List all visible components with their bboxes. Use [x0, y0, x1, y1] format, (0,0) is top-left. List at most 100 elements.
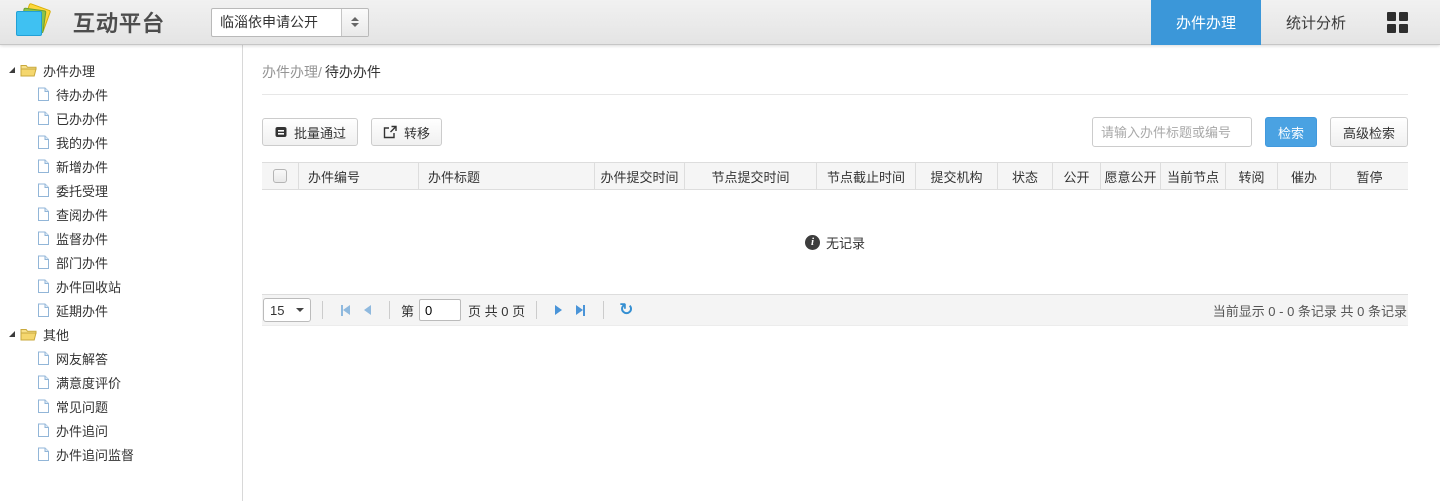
search-button[interactable]: 检索 — [1264, 117, 1317, 147]
sidebar-item-label: 我的办件 — [56, 135, 109, 151]
sidebar-item-netizen-answers[interactable]: 网友解答 — [0, 346, 242, 370]
sidebar-item-label: 网友解答 — [56, 351, 109, 367]
transfer-button[interactable]: 转移 — [371, 118, 443, 146]
last-page-icon — [576, 305, 584, 315]
file-icon — [37, 447, 50, 462]
sidebar-folder-other[interactable]: 其他 — [0, 322, 242, 346]
search-input[interactable] — [1091, 117, 1252, 147]
tab-statistics[interactable]: 统计分析 — [1261, 0, 1371, 45]
prev-page-button[interactable] — [364, 305, 371, 315]
apps-grid-icon[interactable] — [1387, 11, 1408, 33]
select-all-checkbox[interactable] — [273, 169, 287, 183]
col-submit-org: 提交机构 — [915, 163, 997, 189]
sidebar-item-pending-cases[interactable]: 待办办件 — [0, 82, 242, 106]
file-icon — [37, 375, 50, 390]
expand-arrow-icon[interactable] — [9, 331, 15, 337]
sidebar-item-recycle-bin[interactable]: 办件回收站 — [0, 274, 242, 298]
sidebar-item-satisfaction-rating[interactable]: 满意度评价 — [0, 370, 242, 394]
site-select-stepper-icon[interactable] — [341, 8, 369, 36]
sidebar-item-entrusted-acceptance[interactable]: 委托受理 — [0, 178, 242, 202]
sidebar-item-label: 查阅办件 — [56, 207, 109, 223]
col-pause: 暂停 — [1330, 163, 1408, 189]
folder-icon — [20, 63, 37, 77]
sidebar-item-my-cases[interactable]: 我的办件 — [0, 130, 242, 154]
file-icon — [37, 111, 50, 126]
sidebar-item-label: 监督办件 — [56, 231, 109, 247]
sidebar-item-case-followup[interactable]: 办件追问 — [0, 418, 242, 442]
sidebar-item-case-followup-supervision[interactable]: 办件追问监督 — [0, 442, 242, 466]
sidebar-item-new-case[interactable]: 新增办件 — [0, 154, 242, 178]
table-header-row: 办件编号 办件标题 办件提交时间 节点提交时间 节点截止时间 提交机构 状态 公… — [262, 162, 1408, 190]
col-node-submit-time: 节点提交时间 — [684, 163, 816, 189]
col-status: 状态 — [997, 163, 1052, 189]
page-suffix-label: 页 共 0 页 — [468, 303, 526, 319]
sidebar-folder-label: 其他 — [43, 327, 70, 343]
refresh-icon[interactable]: ↻ — [619, 300, 633, 320]
sidebar-item-delayed-cases[interactable]: 延期办件 — [0, 298, 242, 322]
folder-icon — [20, 327, 37, 341]
col-urge: 催办 — [1277, 163, 1330, 189]
sidebar-item-label: 办件追问 — [56, 423, 109, 439]
file-icon — [37, 351, 50, 366]
sidebar-folder-label: 办件办理 — [43, 63, 96, 79]
file-icon — [37, 255, 50, 270]
sidebar-item-label: 部门办件 — [56, 255, 109, 271]
page-size-value: 15 — [270, 302, 285, 318]
info-icon: i — [804, 234, 820, 250]
col-current-node: 当前节点 — [1160, 163, 1225, 189]
sidebar-item-label: 办件回收站 — [56, 279, 122, 295]
batch-approve-label: 批量通过 — [294, 125, 347, 141]
sidebar-folder-case-handling[interactable]: 办件办理 — [0, 58, 242, 82]
file-icon — [37, 87, 50, 102]
sidebar-item-label: 常见问题 — [56, 399, 109, 415]
batch-approve-icon — [275, 127, 287, 137]
site-select-value: 临淄依申请公开 — [220, 14, 319, 30]
records-summary: 当前显示 0 - 0 条记录 共 0 条记录 — [1212, 303, 1407, 319]
tab-case-handling[interactable]: 办件办理 — [1151, 0, 1261, 45]
sidebar-item-review-cases[interactable]: 查阅办件 — [0, 202, 242, 226]
batch-approve-button[interactable]: 批量通过 — [262, 118, 359, 146]
col-public: 公开 — [1052, 163, 1100, 189]
sidebar-item-label: 满意度评价 — [56, 375, 122, 391]
sidebar-item-supervised-cases[interactable]: 监督办件 — [0, 226, 242, 250]
transfer-label: 转移 — [404, 125, 431, 141]
sidebar-item-department-cases[interactable]: 部门办件 — [0, 250, 242, 274]
empty-state: i 无记录 — [262, 190, 1408, 294]
sidebar-item-faq[interactable]: 常见问题 — [0, 394, 242, 418]
next-page-button[interactable] — [555, 305, 563, 315]
sidebar-item-label: 办件追问监督 — [56, 447, 135, 463]
toolbar: 批量通过 转移 检索 高级检索 — [262, 117, 1408, 147]
first-page-icon — [343, 305, 350, 315]
sidebar-item-done-cases[interactable]: 已办办件 — [0, 106, 242, 130]
advanced-search-button[interactable]: 高级检索 — [1329, 117, 1408, 147]
main-content: 办件办理/待办办件 批量通过 转移 检索 高级检索 办件编号 办件标题 办件提交… — [243, 45, 1440, 501]
select-all-cell — [262, 163, 298, 189]
sidebar-item-label: 延期办件 — [56, 303, 109, 319]
dropdown-arrow-icon — [296, 308, 304, 312]
expand-arrow-icon[interactable] — [9, 67, 15, 73]
top-header: 互动平台 临淄依申请公开 办件办理 统计分析 — [0, 0, 1440, 45]
col-node-deadline: 节点截止时间 — [816, 163, 915, 189]
sidebar-item-label: 新增办件 — [56, 159, 109, 175]
file-icon — [37, 279, 50, 294]
page-size-select[interactable]: 15 — [263, 298, 311, 322]
col-case-submit-time: 办件提交时间 — [594, 163, 684, 189]
breadcrumb-current: 待办办件 — [324, 64, 381, 80]
first-page-button[interactable] — [341, 304, 350, 316]
sidebar-tree: 办件办理 待办办件 已办办件 我的办件 新增办件 委托受理 查阅办件 监督办件 — [0, 45, 243, 501]
sidebar-item-label: 已办办件 — [56, 111, 109, 127]
col-case-title: 办件标题 — [418, 163, 594, 189]
next-page-icon — [555, 305, 563, 315]
page-prefix-label: 第 — [401, 303, 415, 319]
breadcrumb-section[interactable]: 办件办理/ — [262, 64, 322, 80]
app-logo-icon — [13, 2, 55, 41]
prev-page-icon — [364, 305, 371, 315]
file-icon — [37, 159, 50, 174]
last-page-button[interactable] — [576, 304, 586, 316]
empty-state-text: 无记录 — [825, 235, 865, 251]
page-number-input[interactable] — [419, 299, 462, 321]
pagination-bar: 15 第 页 共 0 页 ↻ 当前显示 0 - 0 条记录 共 0 条记录 — [262, 294, 1408, 326]
site-select[interactable]: 临淄依申请公开 — [211, 7, 370, 37]
sidebar-item-label: 待办办件 — [56, 87, 109, 103]
file-icon — [37, 423, 50, 438]
